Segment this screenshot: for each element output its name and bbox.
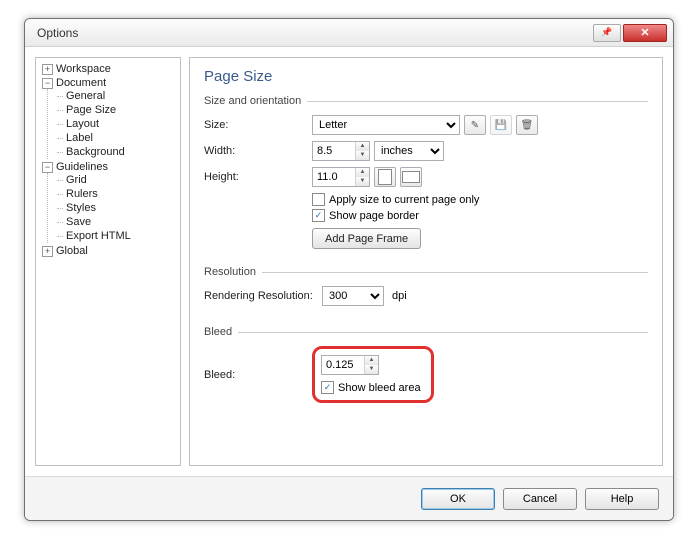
- tree-styles[interactable]: Styles: [57, 201, 178, 215]
- down-icon[interactable]: ▼: [365, 365, 378, 374]
- tree-layout[interactable]: Layout: [57, 117, 178, 131]
- content-panel: Page Size Size and orientation Size: Let…: [189, 57, 663, 466]
- apply-current-row[interactable]: Apply size to current page only: [312, 193, 648, 206]
- show-border-checkbox[interactable]: ✓: [312, 209, 325, 222]
- size-select[interactable]: Letter: [312, 115, 460, 135]
- apply-current-label: Apply size to current page only: [329, 194, 479, 206]
- help-button[interactable]: Help: [585, 488, 659, 510]
- up-icon[interactable]: ▲: [365, 356, 378, 365]
- unit-select[interactable]: inches: [374, 141, 444, 161]
- bleed-spinner[interactable]: ▲▼: [321, 355, 379, 375]
- collapse-icon[interactable]: −: [42, 78, 53, 89]
- group-bleed: Bleed Bleed: ▲▼ ✓ Show bleed area: [204, 326, 648, 415]
- pin-button[interactable]: 📌: [593, 24, 621, 42]
- category-tree[interactable]: +Workspace −Document General Page Size L…: [35, 57, 181, 466]
- height-input[interactable]: [313, 168, 355, 186]
- group-size: Size and orientation Size: Letter ✎ 💾 🗑 …: [204, 95, 648, 258]
- width-label: Width:: [204, 145, 312, 157]
- page-title: Page Size: [204, 68, 648, 85]
- resolution-label: Rendering Resolution:: [204, 290, 322, 302]
- bleed-highlight: ▲▼ ✓ Show bleed area: [312, 346, 434, 403]
- tree-page-size[interactable]: Page Size: [57, 103, 178, 117]
- tree-general[interactable]: General: [57, 89, 178, 103]
- show-border-label: Show page border: [329, 210, 419, 222]
- up-icon[interactable]: ▲: [356, 168, 369, 177]
- edit-preset-button[interactable]: ✎: [464, 115, 486, 135]
- width-spinner[interactable]: ▲▼: [312, 141, 370, 161]
- show-bleed-row[interactable]: ✓ Show bleed area: [321, 381, 421, 394]
- tree-global[interactable]: +Global: [38, 244, 178, 258]
- ok-button[interactable]: OK: [421, 488, 495, 510]
- cancel-button[interactable]: Cancel: [503, 488, 577, 510]
- landscape-button[interactable]: [400, 167, 422, 187]
- add-page-frame-button[interactable]: Add Page Frame: [312, 228, 421, 249]
- group-resolution-legend: Resolution: [204, 266, 262, 278]
- close-button[interactable]: ✕: [623, 24, 667, 42]
- tree-save[interactable]: Save: [57, 215, 178, 229]
- delete-preset-button[interactable]: 🗑: [516, 115, 538, 135]
- collapse-icon[interactable]: −: [42, 162, 53, 173]
- show-border-row[interactable]: ✓ Show page border: [312, 209, 648, 222]
- window-buttons: 📌 ✕: [593, 24, 667, 42]
- show-bleed-checkbox[interactable]: ✓: [321, 381, 334, 394]
- expand-icon[interactable]: +: [42, 64, 53, 75]
- titlebar: Options 📌 ✕: [25, 19, 673, 47]
- tree-workspace[interactable]: +Workspace: [38, 62, 178, 76]
- tree-guidelines[interactable]: −Guidelines Grid Rulers Styles Save Expo…: [38, 160, 178, 244]
- tree-rulers[interactable]: Rulers: [57, 187, 178, 201]
- up-icon[interactable]: ▲: [356, 142, 369, 151]
- portrait-button[interactable]: [374, 167, 396, 187]
- resolution-select[interactable]: 300: [322, 286, 384, 306]
- tree-background[interactable]: Background: [57, 145, 178, 159]
- height-spinner[interactable]: ▲▼: [312, 167, 370, 187]
- portrait-icon: [378, 169, 392, 185]
- group-size-legend: Size and orientation: [204, 95, 307, 107]
- down-icon[interactable]: ▼: [356, 151, 369, 160]
- bleed-input[interactable]: [322, 356, 364, 374]
- group-bleed-legend: Bleed: [204, 326, 238, 338]
- bleed-label: Bleed:: [204, 369, 312, 381]
- tree-grid[interactable]: Grid: [57, 173, 178, 187]
- group-resolution: Resolution Rendering Resolution: 300 dpi: [204, 266, 648, 318]
- dialog-button-bar: OK Cancel Help: [25, 476, 673, 520]
- landscape-icon: [402, 171, 420, 183]
- tree-label[interactable]: Label: [57, 131, 178, 145]
- tree-export-html[interactable]: Export HTML: [57, 229, 178, 243]
- expand-icon[interactable]: +: [42, 246, 53, 257]
- height-label: Height:: [204, 171, 312, 183]
- save-preset-button[interactable]: 💾: [490, 115, 512, 135]
- apply-current-checkbox[interactable]: [312, 193, 325, 206]
- window-title: Options: [37, 26, 593, 40]
- show-bleed-label: Show bleed area: [338, 382, 421, 394]
- options-dialog: Options 📌 ✕ +Workspace −Document General…: [24, 18, 674, 521]
- width-input[interactable]: [313, 142, 355, 160]
- tree-document[interactable]: −Document General Page Size Layout Label…: [38, 76, 178, 160]
- resolution-unit: dpi: [392, 290, 407, 302]
- down-icon[interactable]: ▼: [356, 177, 369, 186]
- size-label: Size:: [204, 119, 312, 131]
